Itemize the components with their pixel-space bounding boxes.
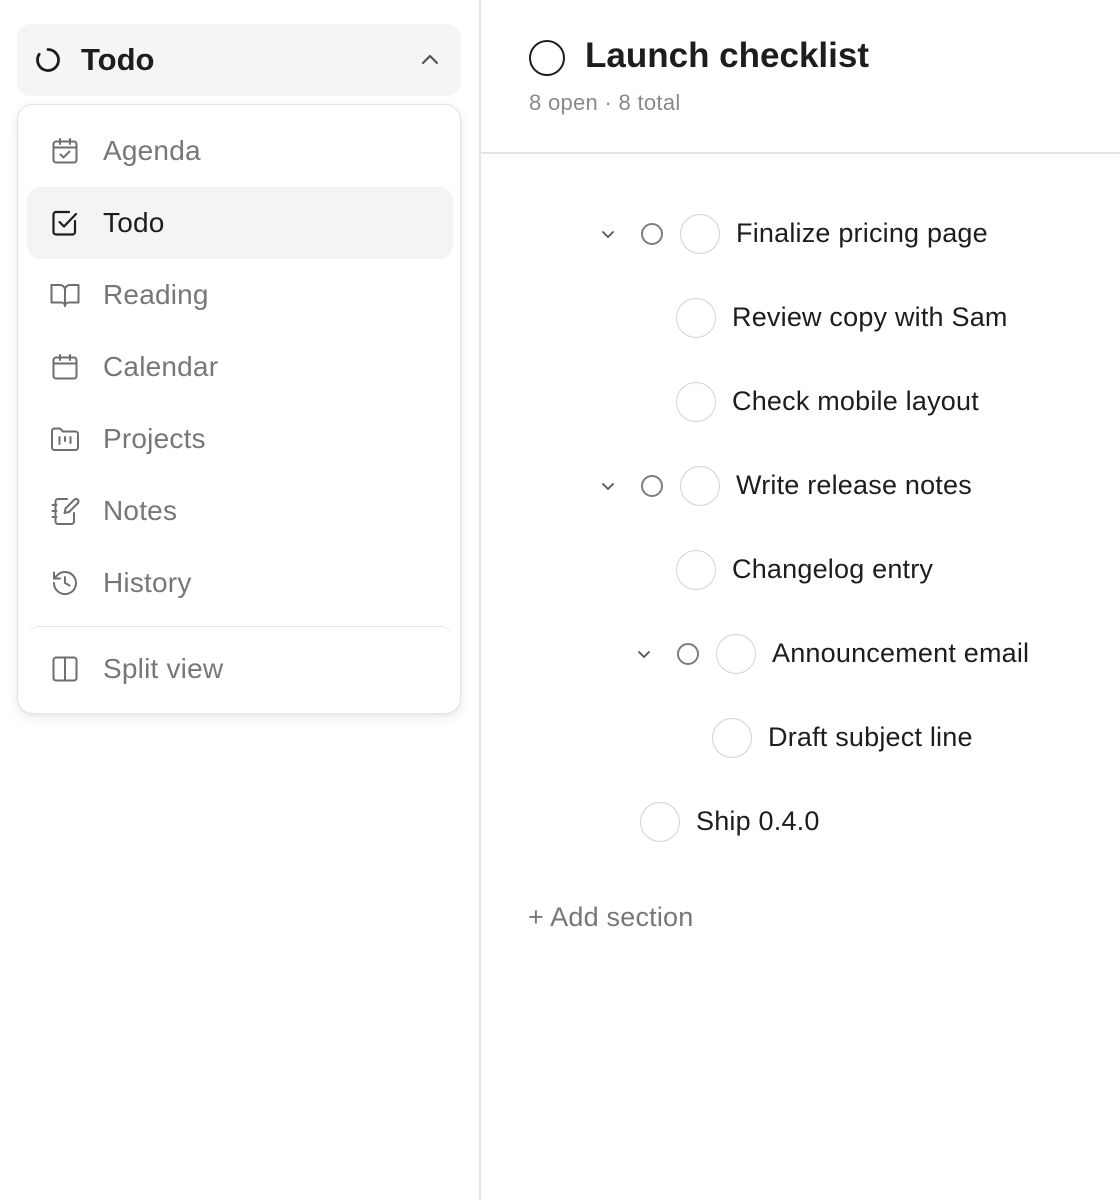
menu-item-agenda[interactable]: Agenda <box>27 115 453 187</box>
chevron-up-icon[interactable] <box>417 47 443 73</box>
task-checkbox[interactable] <box>680 214 720 254</box>
menu-item-label: History <box>103 567 192 598</box>
task-checkbox[interactable] <box>716 634 756 674</box>
task-checkbox[interactable] <box>676 550 716 590</box>
task-checkbox[interactable] <box>676 298 716 338</box>
split-view-icon <box>49 653 81 685</box>
view-menu: Agenda Todo Reading Calendar Projects No… <box>17 104 461 714</box>
menu-item-label: Calendar <box>103 351 219 382</box>
history-icon <box>49 567 81 599</box>
task-checkbox[interactable] <box>712 718 752 758</box>
book-open-icon <box>49 279 81 311</box>
chevron-down-icon[interactable] <box>598 224 618 244</box>
menu-item-projects[interactable]: Projects <box>27 403 453 475</box>
menu-item-calendar[interactable]: Calendar <box>27 331 453 403</box>
menu-item-label: Todo <box>103 207 165 238</box>
task-label[interactable]: Draft subject line <box>768 722 973 753</box>
menu-item-todo[interactable]: Todo <box>27 187 453 259</box>
sidebar: Todo Agenda Todo Reading Calendar Projec… <box>0 0 479 1200</box>
task-label[interactable]: Finalize pricing page <box>736 218 988 249</box>
header-divider <box>481 152 1120 154</box>
menu-item-label: Agenda <box>103 135 201 166</box>
current-view-title: Todo <box>81 42 155 77</box>
task-label[interactable]: Ship 0.4.0 <box>696 806 820 837</box>
menu-item-reading[interactable]: Reading <box>27 259 453 331</box>
menu-item-label: Notes <box>103 495 178 526</box>
task-label[interactable]: Write release notes <box>736 470 972 501</box>
task-checkbox[interactable] <box>676 382 716 422</box>
task-count-summary: 8 open · 8 total <box>529 90 681 115</box>
add-section-button[interactable]: + Add section <box>528 902 693 933</box>
subtask-progress-icon <box>677 643 699 665</box>
menu-item-notes[interactable]: Notes <box>27 475 453 547</box>
checklist-status-circle[interactable] <box>529 40 565 76</box>
menu-item-label: Split view <box>103 653 224 684</box>
menu-item-split-view[interactable]: Split view <box>27 633 453 705</box>
menu-item-label: Projects <box>103 423 206 454</box>
subtask-progress-icon <box>641 475 663 497</box>
chevron-down-icon[interactable] <box>598 476 618 496</box>
notebook-pen-icon <box>49 495 81 527</box>
checkbox-icon <box>49 207 81 239</box>
loading-ring-icon <box>33 45 63 75</box>
checklist-pane: Launch checklist 8 open · 8 total Finali… <box>481 0 1120 1200</box>
task-label[interactable]: Check mobile layout <box>732 386 979 417</box>
task-label[interactable]: Review copy with Sam <box>732 302 1008 333</box>
folder-kanban-icon <box>49 423 81 455</box>
subtask-progress-icon <box>641 223 663 245</box>
view-switcher-button[interactable]: Todo <box>17 24 461 96</box>
calendar-icon <box>49 351 81 383</box>
task-checkbox[interactable] <box>640 802 680 842</box>
menu-item-history[interactable]: History <box>27 547 453 619</box>
page-title: Launch checklist <box>585 36 869 75</box>
chevron-down-icon[interactable] <box>634 644 654 664</box>
calendar-check-icon <box>49 135 81 167</box>
task-checkbox[interactable] <box>680 466 720 506</box>
task-label[interactable]: Announcement email <box>772 638 1029 669</box>
task-label[interactable]: Changelog entry <box>732 554 933 585</box>
menu-item-label: Reading <box>103 279 209 310</box>
